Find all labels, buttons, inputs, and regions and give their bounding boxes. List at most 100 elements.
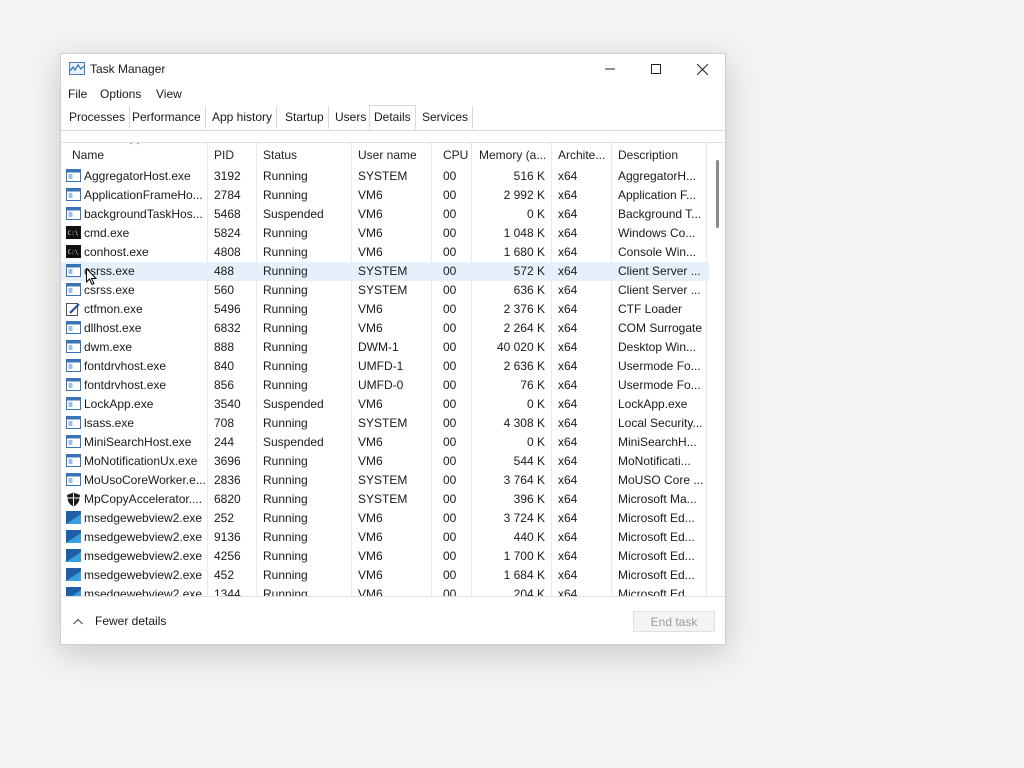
cell-cpu: 00 [443,397,457,411]
column-name[interactable]: Name [72,143,104,167]
vertical-scrollbar[interactable] [711,143,725,597]
svg-text:C:\: C:\ [68,230,79,237]
cell-memory: 3 724 K [503,511,545,525]
cell-arch: x64 [558,245,578,259]
minimize-button[interactable] [587,54,633,84]
tab-startup[interactable]: Startup [281,106,329,129]
cell-arch: x64 [558,340,578,354]
process-name: cmd.exe [84,226,130,240]
menu-options[interactable]: Options [100,87,141,101]
close-button[interactable] [679,54,725,84]
cell-user: DWM-1 [358,340,399,354]
cell-desc: Console Win... [618,245,697,259]
column-architecture[interactable]: Archite... [558,143,605,167]
cell-arch: x64 [558,169,578,183]
table-row[interactable]: MoNotificationUx.exe 3696 Running VM6 00 544 … [61,452,709,471]
column-pid[interactable]: PID [214,143,234,167]
table-row[interactable]: ApplicationFrameHo... 2784 Running VM6 00 2 9… [61,186,709,205]
cell-user: UMFD-1 [358,359,404,373]
column-memory[interactable]: Memory (a... [479,143,546,167]
cell-pid: 252 [214,511,235,525]
cell-status: Running [263,226,308,240]
cell-status: Running [263,283,308,297]
table-row[interactable]: LockApp.exe 3540 Suspended VM6 00 0 K x64 LockA… [61,395,709,414]
cell-user: VM6 [358,207,383,221]
column-description[interactable]: Description [618,143,678,167]
cell-user: VM6 [358,549,383,563]
tab-performance[interactable]: Performance [128,106,206,129]
cell-user: VM6 [358,568,383,582]
table-row[interactable]: C:\ conhost.exe 4808 Running VM6 00 1 680 K x64… [61,243,709,262]
column-cpu[interactable]: CPU [443,143,468,167]
cell-arch: x64 [558,226,578,240]
cell-status: Running [263,492,308,506]
table-row[interactable]: C:\ cmd.exe 5824 Running VM6 00 1 048 K x64 Wind… [61,224,709,243]
menu-file[interactable]: File [68,87,87,101]
cell-desc: Desktop Win... [618,340,697,354]
cell-user: VM6 [358,511,383,525]
table-row[interactable]: dwm.exe 888 Running DWM-1 00 40 020 K x64 Deskt… [61,338,709,357]
window-icon [66,359,81,374]
cell-arch: x64 [558,302,578,316]
table-row[interactable]: csrss.exe 488 Running SYSTEM 00 572 K x64 Clien… [61,262,709,281]
cell-status: Running [263,549,308,563]
process-name: backgroundTaskHos... [84,207,203,221]
tab-users[interactable]: Users [331,106,372,129]
cell-pid: 856 [214,378,235,392]
cell-arch: x64 [558,568,578,582]
table-row[interactable]: MiniSearchHost.exe 244 Suspended VM6 00 0 K x6… [61,433,709,452]
tab-app-history[interactable]: App history [208,106,278,129]
cell-cpu: 00 [443,207,457,221]
cell-memory: 2 636 K [503,359,545,373]
tab-processes[interactable]: Processes [65,106,131,129]
cell-status: Running [263,473,308,487]
column-status[interactable]: Status [263,143,297,167]
table-row[interactable]: dllhost.exe 6832 Running VM6 00 2 264 K x64 COM… [61,319,709,338]
process-name: MpCopyAccelerator.... [84,492,203,506]
cell-desc: Application F... [618,188,697,202]
cell-desc: Usermode Fo... [618,378,701,392]
cell-arch: x64 [558,416,578,430]
end-task-button[interactable]: End task [633,611,715,632]
process-name: fontdrvhost.exe [84,359,167,373]
table-row[interactable]: backgroundTaskHos... 5468 Suspended VM6 00 0 … [61,205,709,224]
menu-view[interactable]: View [156,87,182,101]
cell-arch: x64 [558,321,578,335]
window-icon [66,340,81,355]
cell-status: Running [263,188,308,202]
tab-services[interactable]: Services [418,106,474,129]
cell-arch: x64 [558,435,578,449]
scroll-thumb[interactable] [716,160,719,228]
cell-pid: 244 [214,435,235,449]
cell-desc: CTF Loader [618,302,683,316]
column-user-name[interactable]: User name [358,143,417,167]
console-icon: C:\ [66,245,81,260]
cell-desc: Microsoft Ma... [618,492,697,506]
cell-desc: Client Server ... [618,283,701,297]
table-row[interactable]: MoUsoCoreWorker.e... 2836 Running SYSTEM 00 3… [61,471,709,490]
fewer-details-label: Fewer details [95,614,167,628]
cell-pid: 452 [214,568,235,582]
process-name: dwm.exe [84,340,133,354]
table-row[interactable]: msedgewebview2.exe 4256 Running VM6 00 1 700 … [61,547,709,566]
cell-status: Running [263,378,308,392]
table-row[interactable]: lsass.exe 708 Running SYSTEM 00 4 308 K x64 Loc… [61,414,709,433]
tab-details[interactable]: Details [369,105,416,130]
cell-cpu: 00 [443,549,457,563]
cell-pid: 888 [214,340,235,354]
title-bar[interactable]: Task Manager [61,54,725,84]
cell-memory: 636 K [513,283,545,297]
table-row[interactable]: msedgewebview2.exe 452 Running VM6 00 1 684 K… [61,566,709,585]
table-row[interactable]: ctfmon.exe 5496 Running VM6 00 2 376 K x64 CTF … [61,300,709,319]
table-row[interactable]: msedgewebview2.exe 252 Running VM6 00 3 724 K… [61,509,709,528]
table-row[interactable]: fontdrvhost.exe 856 Running UMFD-0 00 76 K x64… [61,376,709,395]
maximize-button[interactable] [633,54,679,84]
window-icon [66,435,81,450]
table-row[interactable]: fontdrvhost.exe 840 Running UMFD-1 00 2 636 K… [61,357,709,376]
table-row[interactable]: AggregatorHost.exe 3192 Running SYSTEM 00 516… [61,167,709,186]
cell-desc: Microsoft Ed... [618,530,695,544]
table-row[interactable]: csrss.exe 560 Running SYSTEM 00 636 K x64 Clien… [61,281,709,300]
process-name: AggregatorHost.exe [84,169,191,183]
table-row[interactable]: msedgewebview2.exe 9136 Running VM6 00 440 K x… [61,528,709,547]
table-row[interactable]: MpCopyAccelerator.... 6820 Running SYSTEM 00… [61,490,709,509]
